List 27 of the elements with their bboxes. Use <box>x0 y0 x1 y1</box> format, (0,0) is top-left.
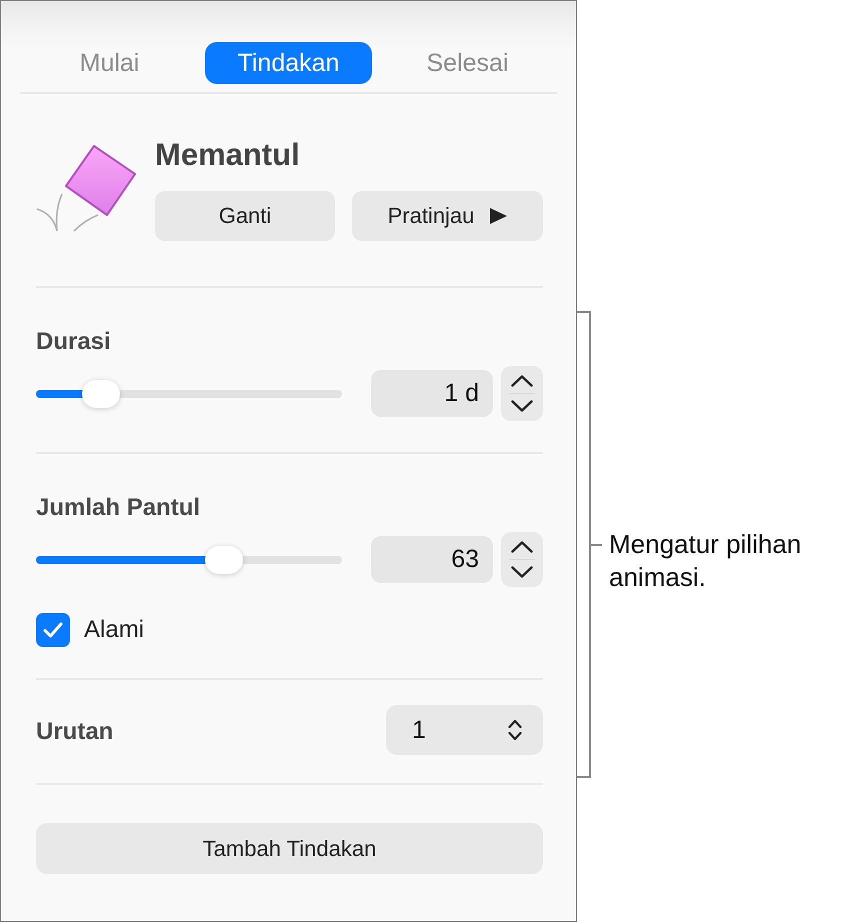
add-action-button[interactable]: Tambah Tindakan <box>36 823 543 874</box>
checkbox-label: Alami <box>84 616 144 644</box>
preview-button[interactable]: Pratinjau <box>352 191 543 241</box>
up-down-chevron-icon <box>508 719 522 741</box>
number-field[interactable]: 1 d <box>371 370 493 417</box>
chevron-up-icon <box>511 541 533 553</box>
stepper[interactable] <box>501 532 543 587</box>
chevron-up-icon <box>511 375 533 387</box>
slider-thumb[interactable] <box>82 380 120 408</box>
number-field[interactable]: 63 <box>371 536 493 583</box>
checkbox[interactable] <box>36 613 70 647</box>
chevron-down-icon <box>511 400 533 412</box>
checkmark-icon <box>43 622 63 638</box>
callout-text: Mengatur pilihan animasi. <box>609 528 802 594</box>
stepper[interactable] <box>501 366 543 421</box>
slider[interactable] <box>36 546 342 574</box>
setting-label: Jumlah Pantul <box>36 493 202 523</box>
slider[interactable] <box>36 380 342 408</box>
tab[interactable]: Tindakan <box>205 42 372 84</box>
play-icon <box>490 208 508 224</box>
effect-title: Memantul <box>155 136 301 174</box>
setting-label: Urutan <box>36 717 114 747</box>
setting-label: Durasi <box>36 327 112 357</box>
popup-button[interactable]: 1 <box>386 705 543 755</box>
chevron-down-icon <box>511 566 533 578</box>
change-button[interactable]: Ganti <box>155 191 335 241</box>
slider-thumb[interactable] <box>204 546 243 574</box>
